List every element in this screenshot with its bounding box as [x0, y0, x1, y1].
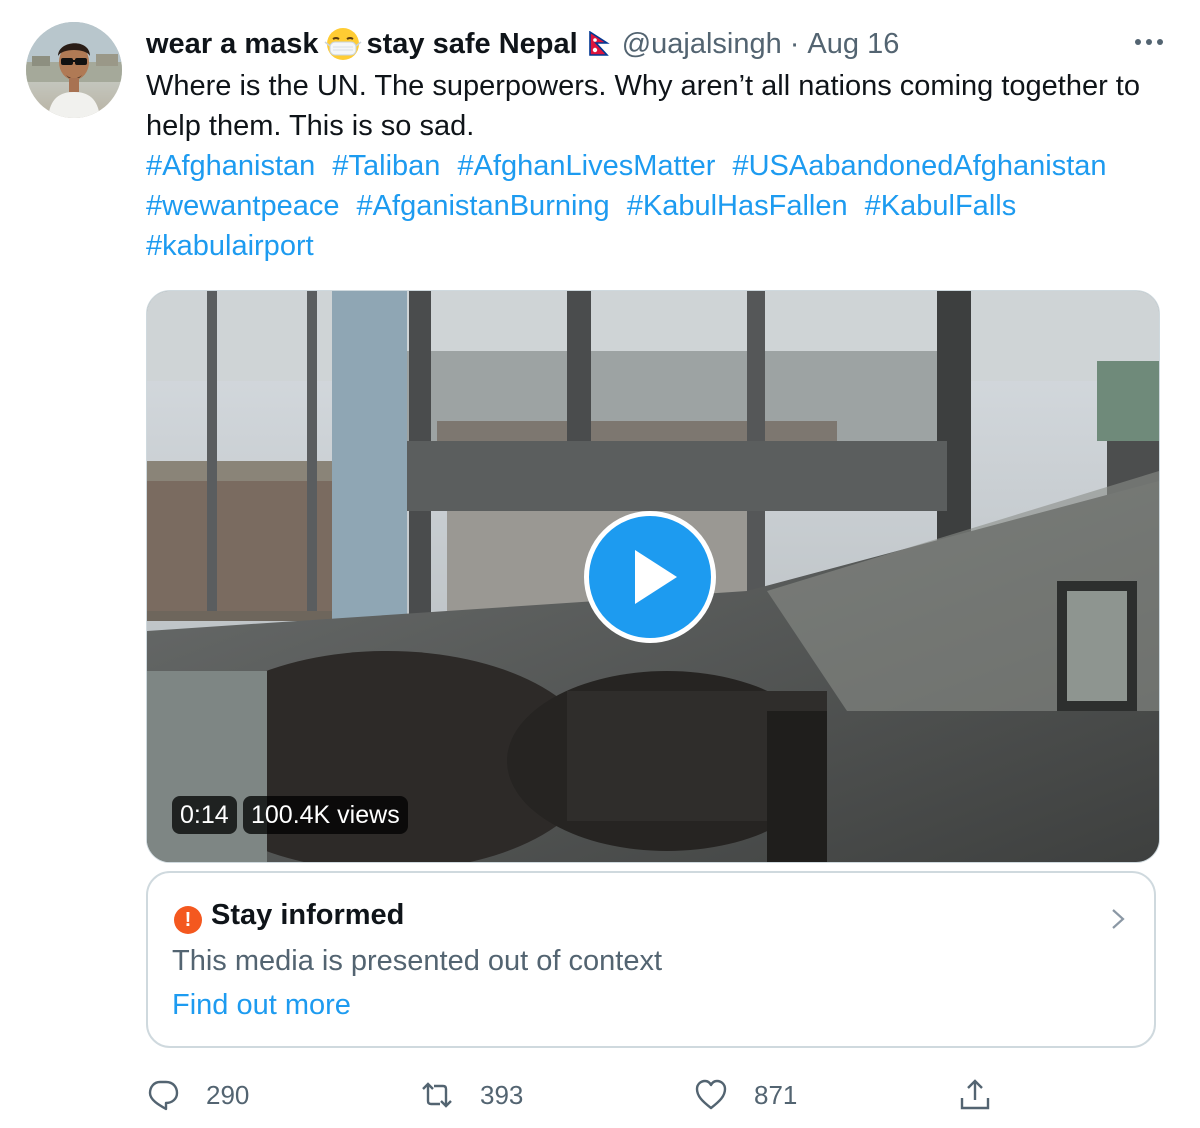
- play-button[interactable]: [584, 511, 716, 643]
- display-name-part1[interactable]: wear a mask: [146, 28, 319, 61]
- hashtag-link[interactable]: #USAabandonedAfghanistan: [732, 150, 1106, 182]
- notice-title: Stay informed: [211, 899, 405, 931]
- hashtag-link[interactable]: #Afghanistan: [146, 150, 315, 182]
- hashtag-list: #Afghanistan #Taliban #AfghanLivesMatter…: [146, 146, 1156, 266]
- chevron-right-icon: [1106, 905, 1130, 933]
- user-handle[interactable]: @uajalsingh: [622, 28, 782, 61]
- video-duration-badge: 0:14: [172, 796, 237, 834]
- hashtag-link[interactable]: #wewantpeace: [146, 190, 339, 222]
- tweet: wear a mask stay safe Nepal @uajalsingh …: [0, 0, 1200, 1128]
- reply-button[interactable]: 290: [146, 1072, 249, 1118]
- tweet-date[interactable]: Aug 16: [807, 28, 899, 61]
- hashtag-link[interactable]: #kabulairport: [146, 230, 314, 262]
- reply-icon: [148, 1080, 179, 1111]
- hashtag-link[interactable]: #KabulHasFallen: [627, 190, 848, 222]
- separator-dot: ·: [789, 27, 800, 60]
- video-views-badge: 100.4K views: [243, 796, 408, 834]
- hashtag-link[interactable]: #Taliban: [332, 150, 440, 182]
- share-button[interactable]: [958, 1072, 1018, 1118]
- avatar-photo: [26, 22, 122, 118]
- notice-subtitle: This media is presented out of context: [172, 945, 663, 977]
- context-notice-card[interactable]: ! Stay informed This media is presented …: [146, 871, 1156, 1048]
- hashtag-link[interactable]: #KabulFalls: [865, 190, 1017, 222]
- reply-count: 290: [206, 1079, 250, 1110]
- more-options-icon[interactable]: [1130, 32, 1170, 52]
- find-out-more-link[interactable]: Find out more: [172, 989, 351, 1022]
- display-name-part2[interactable]: stay safe Nepal: [367, 28, 578, 61]
- hashtag-link[interactable]: #AfghanLivesMatter: [457, 150, 715, 182]
- tweet-text: Where is the UN. The superpowers. Why ar…: [146, 70, 1140, 142]
- warning-icon: !: [174, 906, 202, 934]
- tweet-header: wear a mask stay safe Nepal @uajalsingh …: [146, 24, 1160, 64]
- avatar[interactable]: [26, 22, 122, 118]
- face-with-medical-mask-icon: [321, 27, 365, 61]
- share-icon: [960, 1079, 990, 1110]
- like-button[interactable]: 871: [694, 1072, 797, 1118]
- nepal-flag-icon: [588, 30, 610, 57]
- heart-icon: [695, 1079, 727, 1110]
- hashtag-link[interactable]: #AfganistanBurning: [357, 190, 610, 222]
- retweet-button[interactable]: 393: [420, 1072, 523, 1118]
- like-count: 871: [754, 1079, 798, 1110]
- tweet-actions: 290 393 871: [146, 1072, 1156, 1118]
- play-icon: [635, 550, 677, 604]
- retweet-count: 393: [480, 1079, 524, 1110]
- retweet-icon: [422, 1082, 452, 1108]
